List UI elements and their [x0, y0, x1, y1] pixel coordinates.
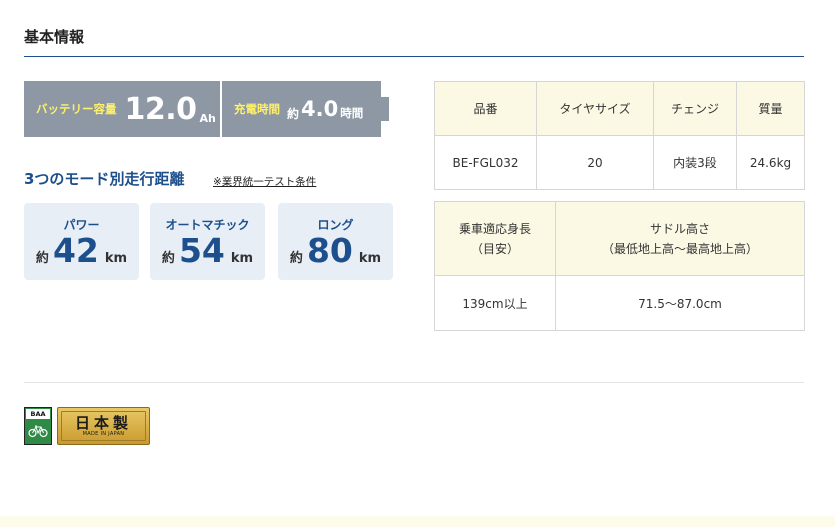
table-row: BE-FGL032 20 内装3段 24.6kg [434, 135, 805, 190]
mode-card-power: パワー 約 42 km [24, 203, 139, 280]
test-condition-note-link[interactable]: ※業界統一テスト条件 [213, 174, 316, 189]
table-header-row: 乗車適応身長 （目安） サドル高さ （最低地上高〜最高地上高） [434, 201, 805, 276]
made-in-japan-subtext: MADE IN JAPAN [82, 431, 125, 437]
baa-mark-icon: BAA [24, 407, 52, 445]
header-saddle-height: サドル高さ （最低地上高〜最高地上高） [555, 201, 805, 276]
mode-unit: km [230, 251, 254, 266]
mode-distance-value: 54 [178, 231, 225, 270]
battery-capacity-banner: バッテリー容量 12.0 Ah [24, 81, 220, 137]
cell-model-number: BE-FGL032 [434, 135, 537, 190]
cell-tire-size: 20 [536, 135, 654, 190]
section-divider [24, 382, 804, 383]
section-title: 基本情報 [24, 28, 85, 46]
header-model-number: 品番 [434, 81, 537, 136]
mode-prefix: 約 [35, 251, 49, 266]
header-saddle-height-line1: サドル高さ [649, 221, 710, 236]
mode-card-automatic: オートマチック 約 54 km [150, 203, 265, 280]
title-divider [24, 56, 804, 57]
battery-capacity-unit: Ah [199, 112, 216, 125]
mode-unit: km [104, 251, 128, 266]
header-rider-height-line1: 乗車適応身長 [458, 221, 531, 236]
charge-time-unit: 時間 [340, 106, 364, 120]
header-saddle-height-line2: （最低地上高〜最高地上高） [601, 241, 758, 256]
table-row: 139cm以上 71.5〜87.0cm [434, 275, 805, 331]
mode-distance-value: 80 [306, 231, 353, 270]
footer-strip [0, 516, 835, 527]
table-header-row: 品番 タイヤサイズ チェンジ 質量 [434, 81, 805, 136]
mode-prefix: 約 [289, 251, 303, 266]
charge-time-banner: 充電時間 約 4.0 時間 [222, 81, 381, 137]
header-weight: 質量 [736, 81, 805, 136]
cell-saddle-height: 71.5〜87.0cm [555, 275, 805, 331]
cell-gear-change: 内装3段 [653, 135, 737, 190]
made-in-japan-text: 日本製 [74, 414, 132, 432]
baa-mark-text: BAA [26, 409, 50, 419]
cell-rider-height: 139cm以上 [434, 275, 556, 331]
bicycle-icon [28, 425, 48, 438]
made-in-japan-badge: 日本製 MADE IN JAPAN [57, 407, 150, 445]
header-tire-size: タイヤサイズ [536, 81, 654, 136]
mode-distance-value: 42 [52, 231, 99, 270]
charge-time-label: 充電時間 [234, 102, 280, 116]
mode-unit: km [358, 251, 382, 266]
mode-prefix: 約 [161, 251, 175, 266]
header-rider-height-line2: （目安） [470, 241, 519, 256]
battery-capacity-value: 12.0 [124, 91, 198, 127]
mode-card-long: ロング 約 80 km [278, 203, 393, 280]
charge-time-prefix: 約 [287, 106, 300, 121]
header-gear-change: チェンジ [653, 81, 737, 136]
battery-capacity-label: バッテリー容量 [36, 102, 117, 116]
cell-weight: 24.6kg [736, 135, 805, 190]
spec-table-model: 品番 タイヤサイズ チェンジ 質量 BE-FGL032 20 内装3段 24.6… [434, 81, 805, 190]
header-rider-height: 乗車適応身長 （目安） [434, 201, 556, 276]
charge-time-value: 4.0 [301, 97, 339, 121]
spec-table-fit: 乗車適応身長 （目安） サドル高さ （最低地上高〜最高地上高） 139cm以上 … [434, 201, 805, 331]
mode-distance-heading: 3つのモード別走行距離 [24, 170, 185, 188]
banner-tab-decoration [381, 97, 389, 121]
